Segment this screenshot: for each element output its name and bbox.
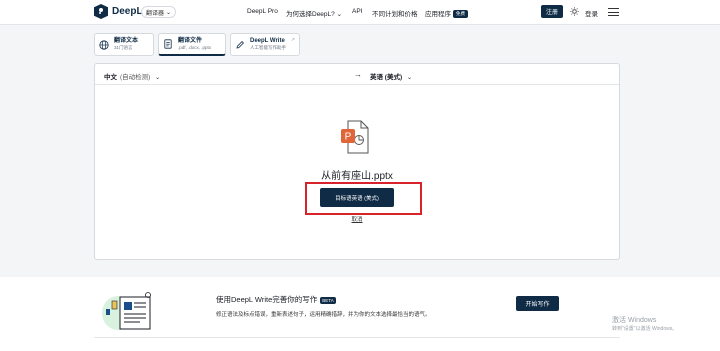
external-link-icon: ↗ (290, 37, 295, 43)
target-language-selector[interactable]: 英语 (美式) ⌄ (370, 71, 412, 81)
tab-translate-text-subtitle: 31门语言 (114, 45, 133, 50)
tab-translate-files[interactable]: 翻译文件 .pdf, .docx, .pptx (158, 33, 226, 56)
target-language-label: 英语 (美式) (370, 74, 403, 81)
nav-api[interactable]: API (352, 8, 362, 15)
arrow-right-icon: → (354, 70, 362, 79)
deepl-logo[interactable]: DeepL (94, 4, 143, 19)
cancel-link[interactable]: 取消 (95, 215, 619, 223)
source-language-label: 中文 (104, 74, 117, 81)
file-translator-card: 中文 (自动检测) ⌄ → 英语 (美式) ⌄ P 从前有座山.pptx 目标语英… (94, 63, 620, 260)
uploaded-file-name: 从前有座山.pptx (321, 171, 393, 182)
promo-title-text: 使用DeepL Write完善你的写作 (216, 295, 318, 304)
source-language-selector[interactable]: 中文 (自动检测) ⌄ (104, 71, 160, 81)
brand-name: DeepL (112, 6, 143, 17)
chevron-down-icon: ⌄ (166, 9, 172, 16)
free-badge: 免费 (453, 10, 468, 19)
nav-plans[interactable]: 不同计划和价格 (372, 8, 418, 18)
chevron-down-icon: ⌄ (155, 75, 161, 81)
nav-apps[interactable]: 应用程序 免费 (425, 8, 468, 19)
tab-deepl-write-subtitle: 人工智能写作助手 (250, 45, 286, 50)
beta-badge: BETA (320, 296, 336, 304)
nav-deepl-pro[interactable]: DeepL Pro (247, 8, 278, 15)
pen-icon (236, 40, 244, 49)
tool-switcher-label: 翻译器 (146, 10, 165, 17)
start-writing-button[interactable]: 开始写作 (516, 296, 559, 311)
windows-activation-watermark-subtitle: 转到"设置"以激活 Windows。 (612, 326, 678, 332)
hamburger-menu-icon[interactable] (608, 8, 619, 16)
windows-activation-watermark-title: 激活 Windows (612, 317, 657, 324)
chevron-down-icon: ⌄ (336, 11, 343, 18)
deepl-write-promo: 使用DeepL Write完善你的写作 BETA 修正语法及标点错误，重新表述句子… (0, 277, 720, 351)
tool-switcher-dropdown[interactable]: 翻译器 ⌄ (141, 6, 177, 18)
login-link[interactable]: 登录 (585, 8, 598, 18)
language-bar: 中文 (自动检测) ⌄ → 英语 (美式) ⌄ (95, 64, 619, 85)
deepl-logo-icon (94, 4, 108, 19)
tab-translate-files-title: 翻译文件 (178, 37, 203, 44)
theme-toggle-icon[interactable] (570, 7, 579, 16)
divider (94, 337, 620, 338)
svg-text:P: P (345, 132, 352, 143)
tab-translate-text[interactable]: 翻译文本 31门语言 (94, 33, 154, 56)
document-icon (164, 39, 172, 49)
auto-detect-label: (自动检测) (120, 74, 151, 81)
nav-why-deepl[interactable]: 为何选择DeepL? ⌄ (286, 8, 342, 18)
promo-title: 使用DeepL Write完善你的写作 BETA (216, 294, 336, 305)
translate-file-button[interactable]: 目标语英语 (美式) (320, 188, 394, 207)
chevron-down-icon: ⌄ (406, 75, 412, 81)
signup-button[interactable]: 注册 (541, 5, 563, 18)
tab-translate-files-subtitle: .pdf, .docx, .pptx (178, 44, 212, 50)
top-header: DeepL 翻译器 ⌄ DeepL Pro 为何选择DeepL? ⌄ API 不… (0, 0, 720, 25)
write-illustration-icon (102, 292, 151, 330)
tab-deepl-write[interactable]: DeepL Write 人工智能写作助手 ↗ (230, 33, 300, 56)
globe-icon (99, 39, 109, 50)
promo-description: 修正语法及标点错误，重新表述句子，运用精确措辞，并为你的文本选择最恰当的语气。 (216, 312, 431, 318)
nav-why-deepl-label: 为何选择DeepL? (286, 11, 335, 18)
pptx-file-icon: P (341, 120, 369, 154)
tab-deepl-write-title: DeepL Write (250, 38, 285, 44)
nav-apps-label: 应用程序 (425, 11, 451, 18)
tab-translate-text-title: 翻译文本 (114, 38, 139, 44)
